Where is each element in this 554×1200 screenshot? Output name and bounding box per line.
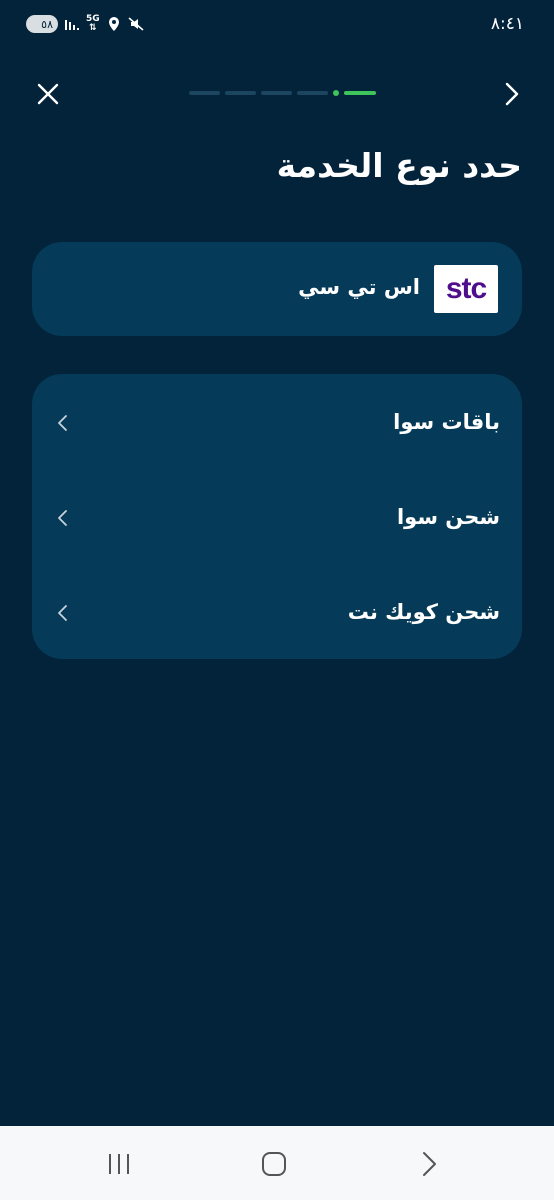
- service-label: شحن كويك نت: [347, 600, 500, 624]
- progress-current-dot: [333, 90, 339, 96]
- service-item-sawa-recharge[interactable]: شحن سوا: [32, 477, 522, 557]
- location-icon: [108, 17, 119, 31]
- battery-level: ٥٨: [41, 17, 53, 31]
- service-item-quicknet-recharge[interactable]: شحن كويك نت: [32, 572, 522, 652]
- page-title: حدد نوع الخدمة: [276, 146, 522, 185]
- progress-step-2: [225, 91, 256, 95]
- service-item-sawa-packages[interactable]: باقات سوا: [32, 382, 522, 462]
- service-label: باقات سوا: [393, 410, 500, 434]
- battery-icon: ٥٨: [26, 15, 58, 33]
- system-nav-bar: [0, 1126, 554, 1200]
- service-label: شحن سوا: [396, 505, 500, 529]
- home-icon[interactable]: [259, 1150, 289, 1178]
- progress-step-4: [297, 91, 328, 95]
- chevron-left-icon: [58, 510, 67, 526]
- progress-step-3: [261, 91, 292, 95]
- close-icon[interactable]: [34, 80, 62, 108]
- back-icon[interactable]: [415, 1150, 445, 1178]
- stc-logo: stc: [434, 265, 498, 313]
- provider-card: stc اس تي سي: [32, 242, 522, 336]
- network-5g-icon: 5G ⇅: [86, 15, 100, 33]
- data-arrows-icon: ⇅: [89, 23, 97, 33]
- signal-icon: [65, 20, 79, 30]
- step-progress-indicator: [189, 90, 376, 96]
- chevron-left-icon: [58, 605, 67, 621]
- chevron-left-icon: [58, 415, 67, 431]
- progress-step-5: [344, 91, 376, 95]
- stc-logo-text: stc: [445, 272, 487, 305]
- chevron-right-icon[interactable]: [498, 80, 526, 108]
- progress-step-1: [189, 91, 220, 95]
- status-bar: ٥٨ 5G ⇅ ٨:٤١: [0, 0, 554, 52]
- provider-name: اس تي سي: [298, 275, 420, 299]
- recent-apps-icon[interactable]: [104, 1150, 134, 1178]
- status-icons: ٥٨ 5G ⇅: [26, 15, 144, 33]
- services-list: باقات سوا شحن سوا شحن كويك نت: [32, 374, 522, 659]
- status-time: ٨:٤١: [490, 14, 524, 34]
- mute-icon: [128, 17, 144, 31]
